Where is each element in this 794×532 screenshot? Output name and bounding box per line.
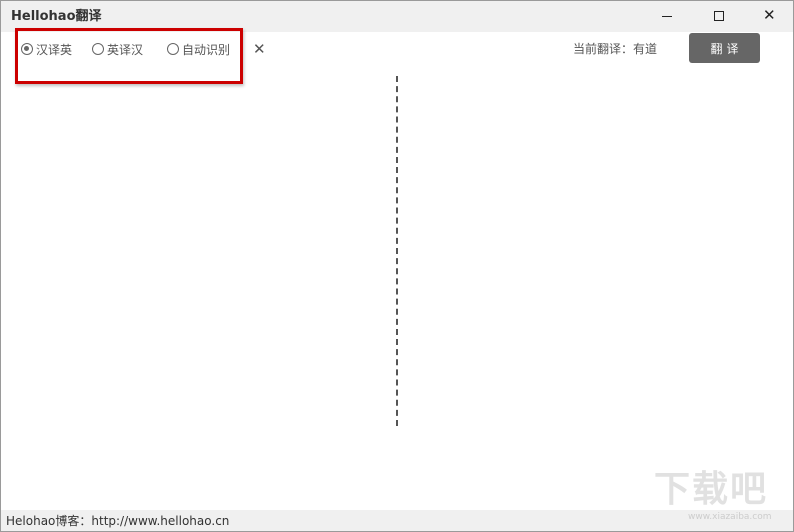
status-bar: Helohao博客：http://www.hellohao.cn <box>1 510 793 531</box>
radio-label: 汉译英 <box>36 42 73 57</box>
radio-en-to-zh[interactable]: 英译汉 <box>92 40 143 58</box>
app-window: Hellohao翻译 ✕ 汉译英 英译汉 自动识别 ✕ 当前翻译：有道 翻译 H… <box>0 0 794 532</box>
pane-divider <box>396 76 398 426</box>
close-icon: ✕ <box>763 6 776 24</box>
source-text-input[interactable] <box>9 76 387 428</box>
options-bar: 汉译英 英译汉 自动识别 ✕ 当前翻译：有道 翻译 <box>1 32 793 66</box>
clear-icon[interactable]: ✕ <box>253 39 266 59</box>
result-text-output[interactable] <box>405 76 785 428</box>
status-text: Helohao博客：http://www.hellohao.cn <box>6 514 230 528</box>
radio-label: 自动识别 <box>182 42 231 57</box>
close-button[interactable]: ✕ <box>751 1 787 31</box>
title-bar[interactable]: Hellohao翻译 ✕ <box>1 1 793 32</box>
radio-auto-detect[interactable]: 自动识别 <box>167 40 230 58</box>
maximize-button[interactable] <box>701 1 737 31</box>
radio-unchecked-icon <box>167 43 179 55</box>
maximize-icon <box>714 11 724 21</box>
window-title: Hellohao翻译 <box>11 9 102 24</box>
translate-button[interactable]: 翻译 <box>689 33 760 63</box>
minimize-button[interactable] <box>649 1 685 31</box>
radio-zh-to-en[interactable]: 汉译英 <box>21 40 72 58</box>
radio-unchecked-icon <box>92 43 104 55</box>
minimize-icon <box>662 16 672 17</box>
radio-label: 英译汉 <box>107 42 144 57</box>
radio-checked-icon <box>21 43 33 55</box>
current-engine-label: 当前翻译：有道 <box>573 42 658 56</box>
